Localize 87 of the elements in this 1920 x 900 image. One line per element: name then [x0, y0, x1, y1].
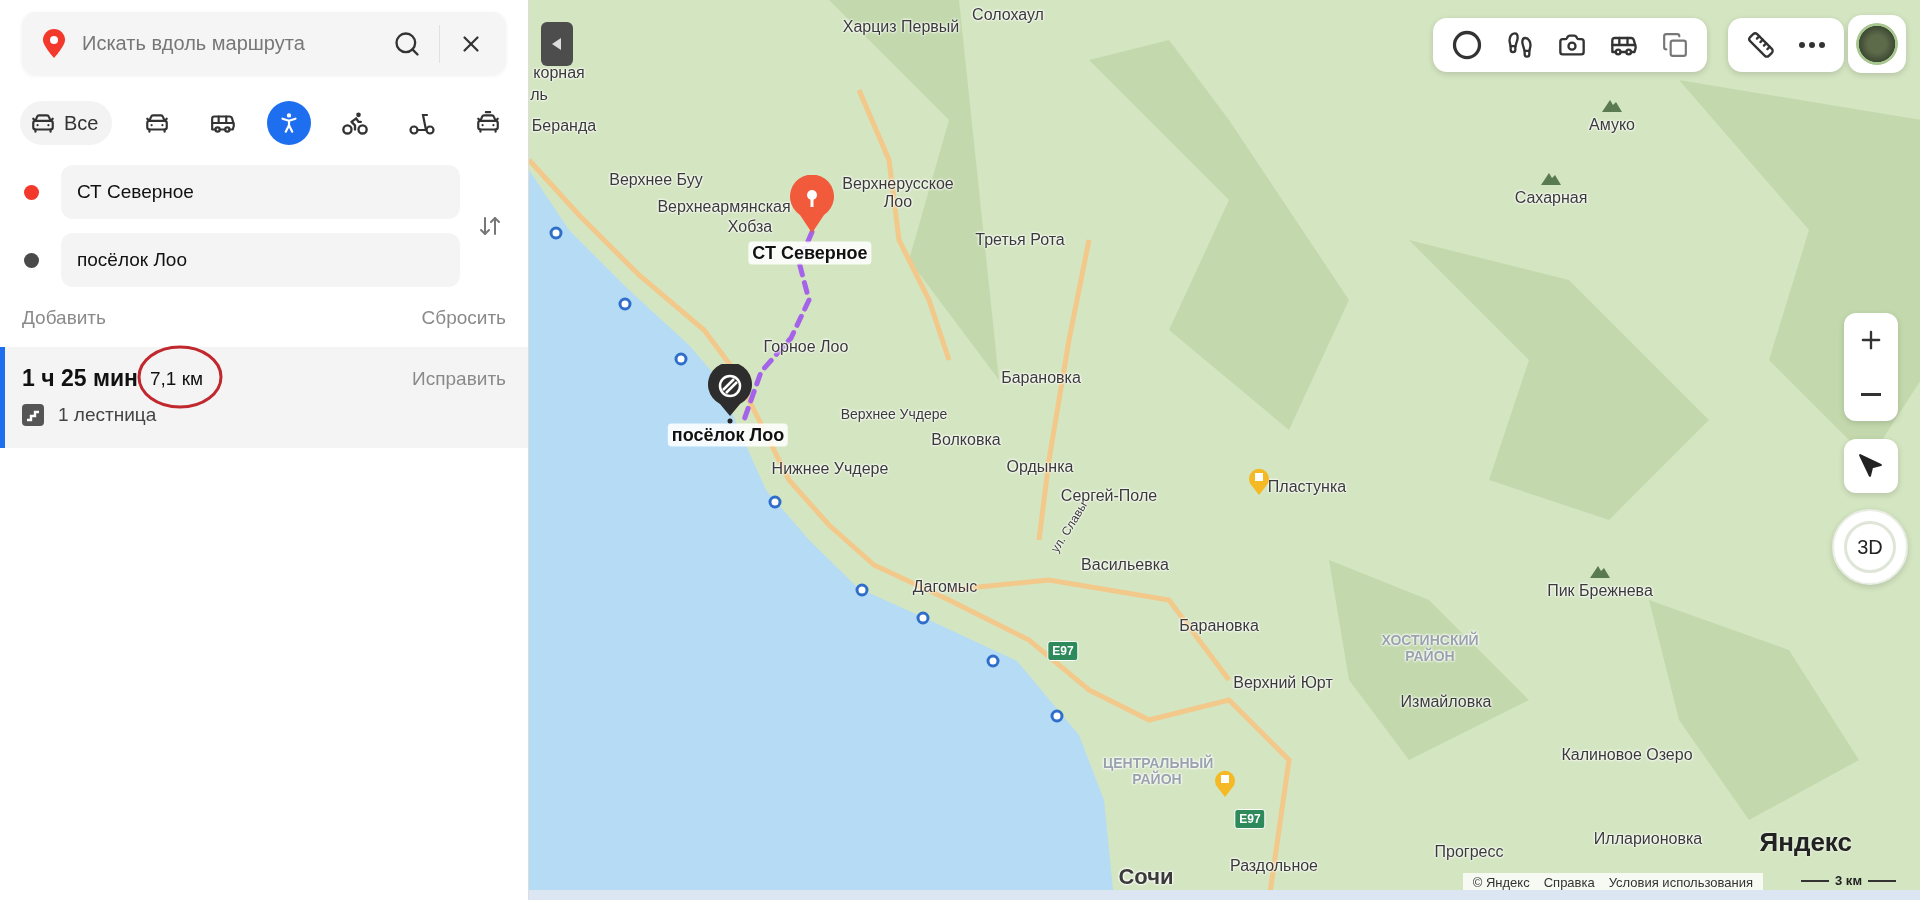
swap-arrows-icon [478, 214, 502, 238]
highway-sign: E97 [1047, 641, 1079, 661]
locate-button[interactable] [1844, 439, 1898, 493]
station-icon [768, 495, 782, 509]
route-distance: 7,1 км [149, 367, 204, 390]
map-label: корная [533, 64, 585, 82]
map-pin-icon [42, 28, 66, 59]
station-icon [916, 611, 930, 625]
place-marker-icon [1247, 466, 1271, 496]
map-label: Прогресс [1434, 843, 1504, 861]
transport-mode-tab[interactable]: Все [20, 101, 113, 145]
scale-line [1868, 879, 1896, 882]
scale-line [1801, 879, 1830, 882]
map-label: Верхний Юрт [1233, 674, 1333, 692]
station-icon [618, 297, 632, 311]
map-label: Верхнее Буу [609, 171, 703, 189]
place-marker-icon [1213, 768, 1237, 798]
triangle-left-icon [552, 38, 562, 50]
search-icon [393, 29, 421, 58]
map-label: Волковка [931, 431, 1001, 449]
add-button[interactable]: Добавить [22, 307, 106, 329]
map-label: СТ Северное [748, 241, 872, 265]
route-duration: 1 ч 25 мин [22, 365, 138, 392]
map-label: Калиновое Озеро [1561, 746, 1693, 764]
map-label: Третья Рота [975, 231, 1065, 249]
more-icon [1799, 42, 1825, 48]
map-label: Васильевка [1081, 556, 1169, 574]
search-field[interactable]: Искать вдоль маршрута [80, 31, 375, 56]
mountain-icon [1541, 171, 1561, 185]
waypoint-field[interactable]: СТ Северное [61, 165, 460, 219]
mountain-icon [1590, 564, 1610, 578]
minus-icon [1861, 392, 1881, 396]
map-label: Ордынка [1006, 458, 1074, 476]
attribution-link[interactable]: Условия использования [1608, 875, 1753, 890]
stairs-icon [22, 404, 44, 426]
map-label: Нижнее Учдере [771, 460, 889, 478]
destination-pin-icon [788, 175, 836, 235]
attribution-link[interactable]: Справка [1543, 875, 1595, 890]
map-label: Сергей-Поле [1060, 487, 1158, 504]
map-label: Сахарная [1514, 189, 1588, 207]
station-icon [986, 654, 1000, 668]
start-pin-icon [706, 364, 754, 424]
collapse-panel-button[interactable] [541, 22, 573, 66]
map-label: Раздольное [1230, 857, 1318, 875]
map-label: посёлок Лоо [667, 423, 789, 447]
taxi-icon [474, 110, 501, 136]
station-icon [674, 352, 688, 366]
station-icon [1050, 709, 1064, 723]
scale-text: 3 км [1835, 873, 1862, 888]
map-label: ЦЕНТРАЛЬНЫЙ РАЙОН [1103, 754, 1211, 788]
mountain-icon [1602, 98, 1622, 112]
map-logo: Яндекс [1759, 827, 1852, 858]
map-label: Пик Брежнева [1547, 582, 1653, 600]
map-label: Хобза [727, 218, 773, 236]
map-label: Пластунка [1267, 478, 1347, 496]
map-label: Измайловка [1400, 693, 1492, 711]
map-label: Сочи [1118, 864, 1174, 890]
map-label: Горное Лоо [763, 338, 849, 356]
station-icon [855, 583, 869, 597]
map-label: Барановка [1179, 617, 1259, 635]
map-label: Илларионовка [1593, 830, 1703, 848]
location-arrow-icon [1858, 453, 1884, 479]
map-label: ХОСТИНСКИЙ РАЙОН [1380, 631, 1480, 665]
map-label: ль [530, 86, 548, 104]
reset-button[interactable]: Сбросить [421, 307, 506, 329]
map-label: Барановка [1001, 369, 1081, 387]
highway-sign: E97 [1234, 809, 1266, 829]
waypoint-field[interactable]: посёлок Лоо [61, 233, 460, 287]
circle-icon [1452, 30, 1482, 60]
map-type-button[interactable] [1848, 15, 1906, 73]
map-label: Верхнее Учдере [840, 406, 948, 422]
compass-3d-button[interactable]: 3D [1832, 509, 1908, 585]
satellite-thumbnail [1856, 23, 1898, 65]
footprints-icon [1506, 31, 1534, 59]
ruler-icon [1747, 31, 1775, 59]
route-card[interactable]: 1 ч 25 мин 7,1 км Исправить 1 лестница [0, 347, 528, 448]
map-label: Верхнеармянская [657, 198, 791, 216]
map-label: Верхнерусское Лоо [841, 174, 955, 212]
route-feature: 1 лестница [58, 404, 157, 426]
map-label: Беранда [531, 117, 597, 135]
map-label: Харциз Первый [842, 18, 960, 36]
attribution-link[interactable]: © Яндекс [1472, 875, 1530, 890]
map-label: Амуко [1589, 116, 1635, 134]
layers-icon [1662, 32, 1688, 58]
map-label: Дагомыс [912, 578, 978, 596]
station-icon [549, 226, 563, 240]
map-label: Солохаул [972, 6, 1044, 24]
